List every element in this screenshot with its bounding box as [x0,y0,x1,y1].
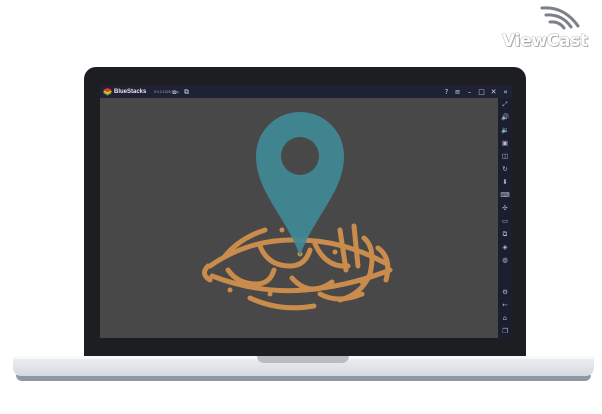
viewcast-watermark: ViewCast [498,4,598,54]
multi-instance-icon[interactable]: ⧉ [182,87,191,97]
layers-icon[interactable]: ◈ [499,242,511,252]
close-icon[interactable]: ✕ [489,87,498,97]
recent-apps-icon[interactable]: ❐ [499,326,511,336]
menu-icon[interactable]: ≡ [453,87,462,97]
fullscreen-icon[interactable]: ⤢ [499,99,511,109]
title-bar: BlueStacks 5.9.0.1028 Beta ⌂ ⧉ ? ≡ – □ ✕… [100,86,512,98]
maximize-icon[interactable]: □ [477,87,486,97]
laptop-notch [257,356,349,363]
volume-up-icon[interactable]: 🔊 [499,112,511,122]
splash-artwork [202,112,393,311]
home-icon[interactable]: ⌂ [170,87,179,97]
settings-icon[interactable]: ⚙ [499,287,511,297]
rotate-icon[interactable]: ↻ [499,164,511,174]
shake-icon[interactable]: ✣ [499,203,511,213]
app-name: BlueStacks [114,89,147,95]
keyboard-controls-icon[interactable]: ⌨ [499,190,511,200]
install-apk-icon[interactable]: ⬇ [499,177,511,187]
folder-icon[interactable]: ▭ [499,216,511,226]
watermark-text: ViewCast [502,31,588,51]
bluestacks-window: BlueStacks 5.9.0.1028 Beta ⌂ ⧉ ? ≡ – □ ✕… [100,86,512,338]
volume-down-icon[interactable]: 🔉 [499,125,511,135]
minimize-icon[interactable]: – [465,87,474,97]
eco-mode-icon[interactable]: ◍ [499,255,511,265]
app-splash-screen[interactable] [100,98,498,338]
help-icon[interactable]: ? [442,87,451,97]
multi-instance-sidebar-icon[interactable]: ⧉ [499,229,511,239]
home-sidebar-icon[interactable]: ⌂ [499,313,511,323]
bluestacks-logo-icon [103,88,112,96]
bluestacks-sidebar: ⤢ 🔊 🔉 ▣ ◫ ↻ ⬇ ⌨ ✣ ▭ ⧉ ◈ ◍ ⚙ ← ⌂ ❐ [498,98,512,338]
media-icon[interactable]: ▣ [499,138,511,148]
collapse-sidebar-icon[interactable]: « [501,87,510,97]
signal-waves-icon [540,6,580,30]
back-icon[interactable]: ← [499,300,511,310]
screenshot-icon[interactable]: ◫ [499,151,511,161]
location-pin-icon [256,112,344,256]
